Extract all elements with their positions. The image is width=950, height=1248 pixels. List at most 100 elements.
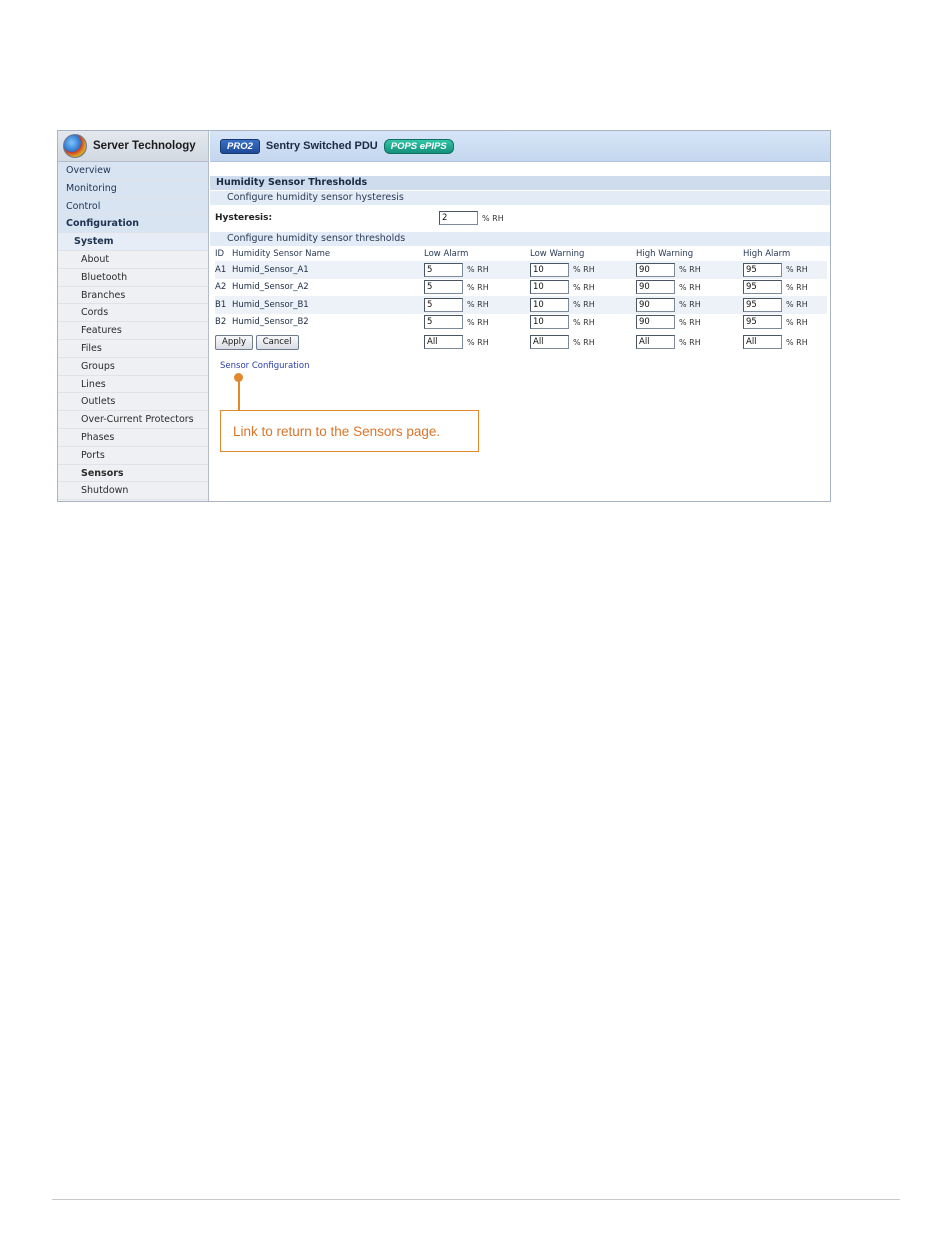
unit-label: % RH bbox=[786, 337, 808, 347]
sidebar: Server Technology Overview Monitoring Co… bbox=[58, 131, 209, 501]
product-title: Sentry Switched PDU bbox=[265, 140, 378, 152]
sidebar-item-overview[interactable]: Overview bbox=[58, 162, 208, 180]
unit-label: % RH bbox=[679, 317, 701, 327]
sidebar-item-groups[interactable]: Groups bbox=[58, 357, 208, 376]
high-warning-input[interactable] bbox=[636, 315, 675, 330]
low-warning-input[interactable] bbox=[530, 297, 569, 312]
sidebar-item-features[interactable]: Features bbox=[58, 322, 208, 340]
product-header: PRO2 Sentry Switched PDU POPS ePIPS bbox=[210, 131, 830, 162]
server-technology-logo-icon bbox=[63, 134, 87, 158]
hysteresis-row: Hysteresis: % RH bbox=[210, 205, 830, 231]
callout-dot bbox=[234, 373, 243, 382]
unit-label: % RH bbox=[679, 337, 701, 347]
column-header-id: ID bbox=[215, 248, 225, 259]
low-alarm-input[interactable] bbox=[424, 262, 463, 277]
low-alarm-input[interactable] bbox=[424, 315, 463, 330]
sensor-id: A2 bbox=[215, 282, 227, 293]
sidebar-item-about[interactable]: About bbox=[58, 250, 208, 269]
high-warning-all-input[interactable] bbox=[636, 335, 675, 349]
unit-label: % RH bbox=[573, 300, 595, 310]
unit-label: % RH bbox=[573, 282, 595, 292]
high-alarm-input[interactable] bbox=[743, 315, 782, 330]
column-header-name: Humidity Sensor Name bbox=[232, 248, 331, 259]
high-warning-input[interactable] bbox=[636, 297, 675, 312]
unit-label: % RH bbox=[467, 265, 489, 275]
apply-all-row: Apply Cancel % RH % RH % RH % RH bbox=[215, 331, 827, 353]
sidebar-item-shutdown[interactable]: Shutdown bbox=[58, 482, 208, 501]
sidebar-item-sensors[interactable]: Sensors bbox=[58, 464, 208, 483]
sidebar-item-cords[interactable]: Cords bbox=[58, 304, 208, 323]
cancel-button[interactable]: Cancel bbox=[255, 334, 299, 350]
brand-name: Server Technology bbox=[93, 140, 196, 152]
sidebar-item-phases[interactable]: Phases bbox=[58, 428, 208, 447]
thresholds-section-header: Configure humidity sensor thresholds bbox=[210, 232, 830, 246]
sensor-id: A1 bbox=[215, 261, 232, 279]
apply-button[interactable]: Apply bbox=[215, 334, 253, 350]
sidebar-item-control[interactable]: Control bbox=[58, 197, 208, 216]
table-row: A1 Humid_Sensor_A1 % RH % RH % RH % RH bbox=[215, 261, 827, 279]
hysteresis-section-header: Configure humidity sensor hysteresis bbox=[210, 191, 830, 205]
sidebar-item-system[interactable]: System bbox=[58, 233, 208, 251]
hysteresis-input[interactable] bbox=[439, 211, 478, 225]
unit-label: % RH bbox=[786, 300, 808, 310]
low-warning-input[interactable] bbox=[530, 262, 569, 277]
table-row: A2 Humid_Sensor_A2 % RH % RH % RH % RH bbox=[215, 279, 827, 297]
sensor-id: B2 bbox=[215, 317, 227, 328]
column-header-high-alarm: High Alarm bbox=[743, 248, 791, 259]
unit-label: % RH bbox=[786, 282, 808, 292]
sensor-name: Humid_Sensor_A2 bbox=[232, 282, 309, 293]
column-header-low-warning: Low Warning bbox=[530, 248, 585, 259]
hysteresis-label: Hysteresis: bbox=[215, 213, 273, 223]
unit-label: % RH bbox=[679, 300, 701, 310]
brand-header: Server Technology bbox=[58, 131, 208, 162]
sidebar-item-files[interactable]: Files bbox=[58, 339, 208, 358]
sensor-configuration-link[interactable]: Sensor Configuration bbox=[220, 361, 309, 371]
unit-label: % RH bbox=[467, 282, 489, 292]
unit-label: % RH bbox=[573, 265, 595, 275]
low-alarm-input[interactable] bbox=[424, 297, 463, 312]
sidebar-item-monitoring[interactable]: Monitoring bbox=[58, 179, 208, 198]
high-alarm-all-input[interactable] bbox=[743, 335, 782, 349]
high-warning-input[interactable] bbox=[636, 280, 675, 295]
table-row: B1 Humid_Sensor_B1 % RH % RH % RH % RH bbox=[215, 296, 827, 314]
pops-epips-logo: POPS ePIPS bbox=[383, 138, 454, 154]
high-alarm-input[interactable] bbox=[743, 262, 782, 277]
sidebar-item-outlets[interactable]: Outlets bbox=[58, 393, 208, 412]
column-header-high-warning: High Warning bbox=[636, 248, 694, 259]
sidebar-item-ports[interactable]: Ports bbox=[58, 446, 208, 465]
page-title: Humidity Sensor Thresholds bbox=[210, 176, 830, 190]
sidebar-item-branches[interactable]: Branches bbox=[58, 286, 208, 305]
low-alarm-all-input[interactable] bbox=[424, 335, 463, 349]
sidebar-item-lines[interactable]: Lines bbox=[58, 375, 208, 394]
sidebar-item-over-current-protectors[interactable]: Over-Current Protectors bbox=[58, 411, 208, 429]
unit-label: % RH bbox=[573, 317, 595, 327]
unit-label: % RH bbox=[573, 337, 595, 347]
unit-label: % RH bbox=[482, 213, 504, 223]
sidebar-item-bluetooth[interactable]: Bluetooth bbox=[58, 268, 208, 287]
unit-label: % RH bbox=[467, 337, 489, 347]
unit-label: % RH bbox=[679, 282, 701, 292]
low-warning-all-input[interactable] bbox=[530, 335, 569, 349]
unit-label: % RH bbox=[786, 317, 808, 327]
table-header-row: ID Humidity Sensor Name Low Alarm Low Wa… bbox=[215, 246, 827, 261]
callout-text: Link to return to the Sensors page. bbox=[233, 423, 441, 439]
table-row: B2 Humid_Sensor_B2 % RH % RH % RH % RH bbox=[215, 314, 827, 332]
pro2-logo: PRO2 bbox=[220, 138, 260, 154]
unit-label: % RH bbox=[679, 265, 701, 275]
unit-label: % RH bbox=[467, 300, 489, 310]
sensor-name: Humid_Sensor_A1 bbox=[232, 261, 424, 279]
low-warning-input[interactable] bbox=[530, 280, 569, 295]
sidebar-item-configuration[interactable]: Configuration bbox=[58, 215, 208, 234]
callout-annotation: Link to return to the Sensors page. bbox=[220, 410, 479, 452]
low-alarm-input[interactable] bbox=[424, 280, 463, 295]
low-warning-input[interactable] bbox=[530, 315, 569, 330]
unit-label: % RH bbox=[467, 317, 489, 327]
high-warning-input[interactable] bbox=[636, 262, 675, 277]
sensor-name: Humid_Sensor_B1 bbox=[232, 296, 424, 314]
thresholds-table: ID Humidity Sensor Name Low Alarm Low Wa… bbox=[215, 246, 827, 353]
footer-divider bbox=[52, 1199, 900, 1200]
high-alarm-input[interactable] bbox=[743, 280, 782, 295]
sensor-name: Humid_Sensor_B2 bbox=[232, 317, 309, 328]
sensor-id: B1 bbox=[215, 296, 232, 314]
high-alarm-input[interactable] bbox=[743, 297, 782, 312]
